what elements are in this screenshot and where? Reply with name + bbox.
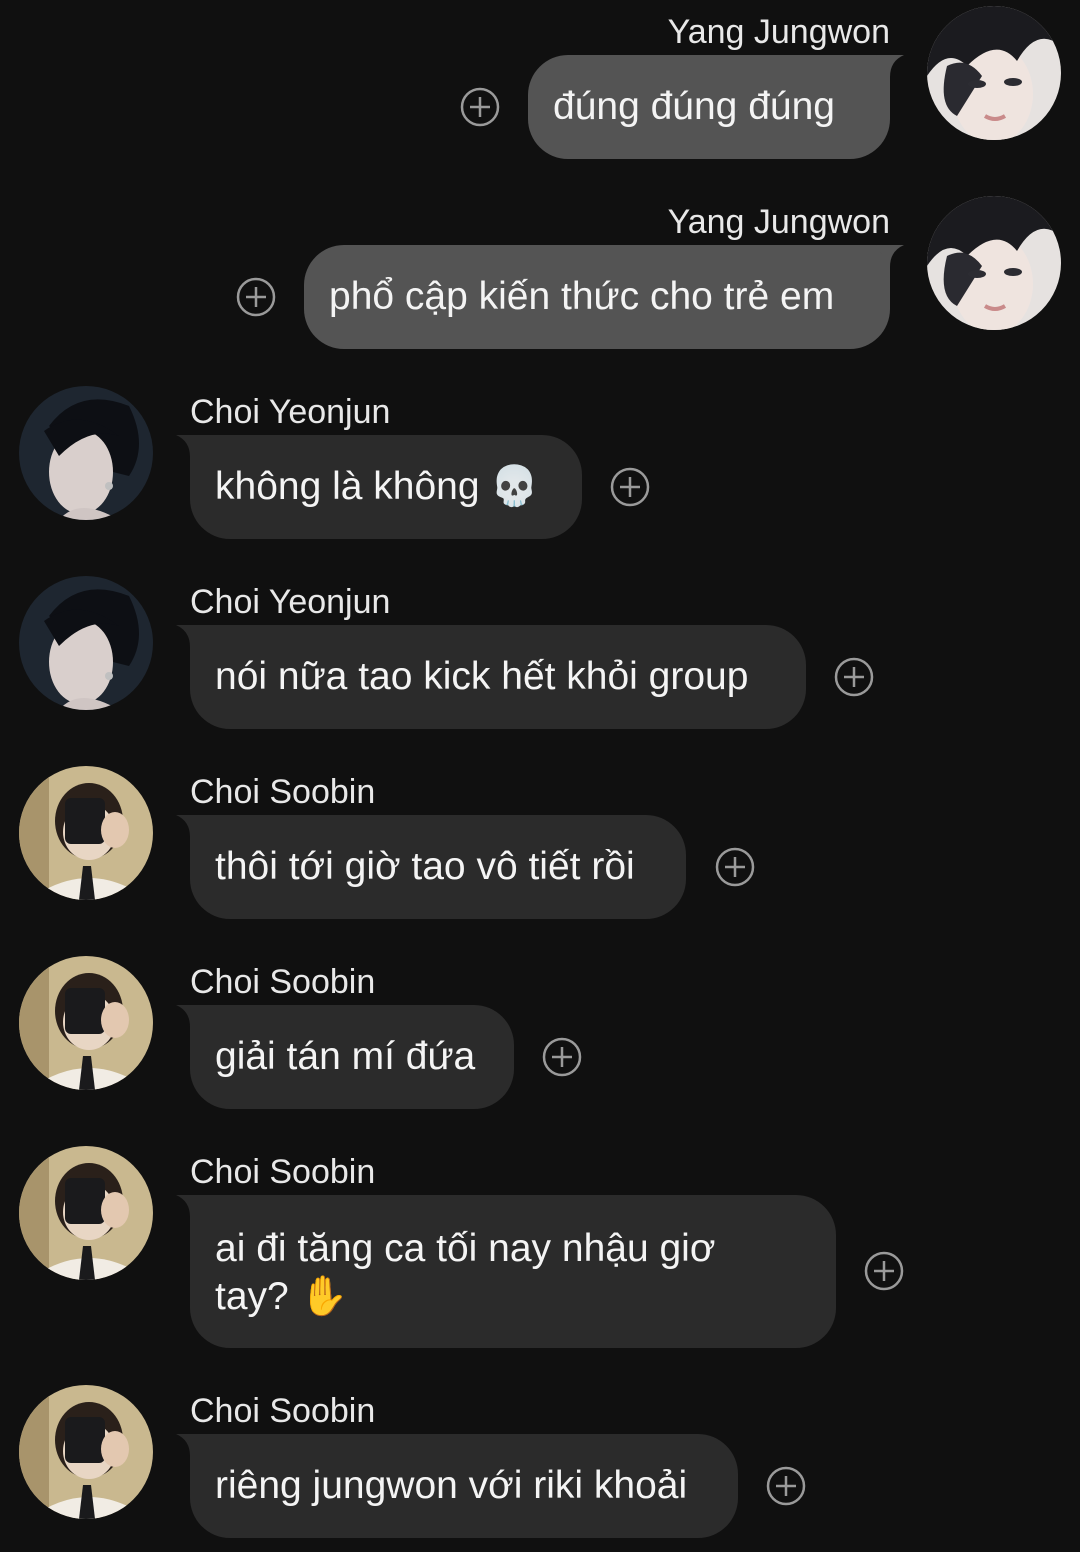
- message-row: Choi Yeonjun không là không 💀: [0, 380, 1080, 540]
- sender-name: Choi Soobin: [190, 773, 376, 811]
- bubble-tail: [176, 625, 204, 647]
- sender-name: Choi Yeonjun: [190, 393, 391, 431]
- avatar[interactable]: [19, 1385, 153, 1519]
- message-bubble[interactable]: không là không 💀: [190, 435, 582, 539]
- bubble-tail: [176, 1434, 204, 1456]
- bubble-tail: [876, 245, 904, 267]
- message-row: Choi Soobin ai đi tăng ca tối nay nhậu g…: [0, 1140, 1080, 1350]
- sender-name: Yang Jungwon: [667, 13, 890, 51]
- avatar[interactable]: [19, 956, 153, 1090]
- avatar[interactable]: [927, 6, 1061, 140]
- message-row: Choi Soobin giải tán mí đứa: [0, 950, 1080, 1110]
- message-bubble[interactable]: ai đi tăng ca tối nay nhậu giơ tay? ✋: [190, 1195, 836, 1348]
- message-bubble[interactable]: thôi tới giờ tao vô tiết rồi: [190, 815, 686, 919]
- add-reaction-icon[interactable]: [460, 87, 500, 127]
- bubble-tail: [176, 1005, 204, 1027]
- avatar[interactable]: [19, 386, 153, 520]
- add-reaction-icon[interactable]: [864, 1251, 904, 1291]
- bubble-tail: [176, 815, 204, 837]
- add-reaction-icon[interactable]: [834, 657, 874, 697]
- add-reaction-icon[interactable]: [766, 1466, 806, 1506]
- sender-name: Choi Soobin: [190, 1153, 376, 1191]
- message-row: Choi Yeonjun nói nữa tao kick hết khỏi g…: [0, 570, 1080, 730]
- avatar[interactable]: [927, 196, 1061, 330]
- add-reaction-icon[interactable]: [236, 277, 276, 317]
- message-bubble[interactable]: đúng đúng đúng: [528, 55, 890, 159]
- bubble-tail: [176, 435, 204, 457]
- sender-name: Choi Yeonjun: [190, 583, 391, 621]
- sender-name: Choi Soobin: [190, 963, 376, 1001]
- avatar[interactable]: [19, 766, 153, 900]
- message-row: Choi Soobin riêng jungwon với riki khoải: [0, 1379, 1080, 1539]
- message-bubble[interactable]: nói nữa tao kick hết khỏi group: [190, 625, 806, 729]
- bubble-tail: [176, 1195, 204, 1217]
- avatar[interactable]: [19, 576, 153, 710]
- message-row: Choi Soobin thôi tới giờ tao vô tiết rồi: [0, 760, 1080, 920]
- avatar[interactable]: [19, 1146, 153, 1280]
- sender-name: Yang Jungwon: [667, 203, 890, 241]
- message-bubble[interactable]: giải tán mí đứa: [190, 1005, 514, 1109]
- sender-name: Choi Soobin: [190, 1392, 376, 1430]
- message-bubble[interactable]: phổ cập kiến thức cho trẻ em: [304, 245, 890, 349]
- bubble-tail: [876, 55, 904, 77]
- add-reaction-icon[interactable]: [715, 847, 755, 887]
- message-row: Yang Jungwon đúng đúng đúng: [0, 0, 1080, 160]
- add-reaction-icon[interactable]: [610, 467, 650, 507]
- add-reaction-icon[interactable]: [542, 1037, 582, 1077]
- message-bubble[interactable]: riêng jungwon với riki khoải: [190, 1434, 738, 1538]
- message-row: Yang Jungwon phổ cập kiến thức cho trẻ e…: [0, 190, 1080, 350]
